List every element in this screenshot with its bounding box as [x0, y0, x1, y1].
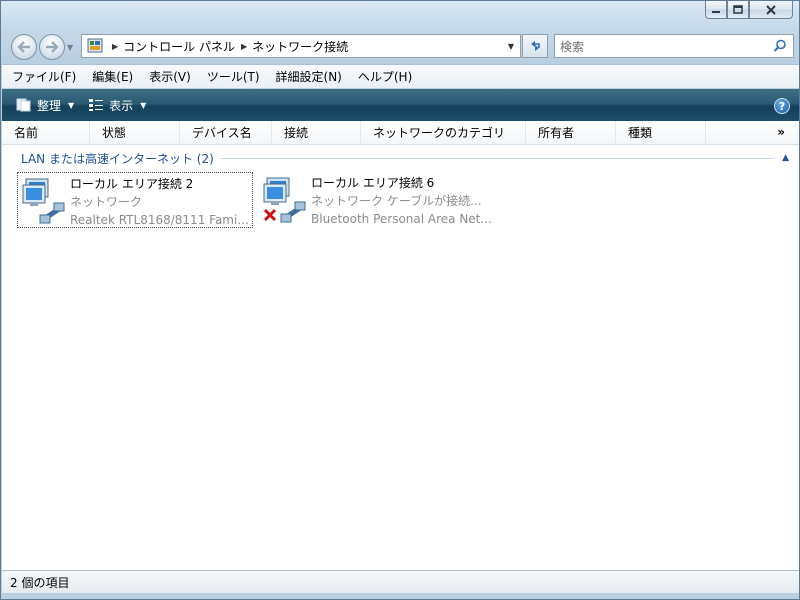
help-icon[interactable]: ? [774, 98, 790, 114]
collapse-chevron-icon[interactable]: ▲ [782, 153, 789, 163]
connection-status: ネットワーク ケーブルが接続... [311, 194, 482, 208]
refresh-button[interactable] [522, 34, 548, 58]
search-placeholder: 検索 [560, 39, 585, 54]
menu-advanced[interactable]: 詳細設定(N) [276, 68, 342, 85]
address-dropdown-icon[interactable]: ▼ [508, 42, 514, 51]
column-header-name[interactable]: 名前 [2, 120, 90, 145]
close-button[interactable] [749, 1, 793, 19]
connection-item[interactable]: ローカル エリア接続 6 ネットワーク ケーブルが接続... Bluetooth… [259, 172, 495, 228]
recent-pages-dropdown[interactable]: ▼ [67, 43, 73, 52]
control-panel-icon [87, 38, 103, 53]
breadcrumb-separator-icon[interactable]: ▶ [241, 42, 247, 51]
connection-device: Bluetooth Personal Area Net... [311, 212, 492, 226]
column-header-status[interactable]: 状態 [90, 120, 180, 145]
refresh-icon [531, 41, 540, 51]
breadcrumb-separator-icon[interactable]: ▶ [112, 42, 118, 51]
explorer-window: ▼ ▶ コントロール パネル ▶ ネットワーク接続 ▼ 検索 ファイル(F) 編… [0, 0, 800, 600]
menu-view[interactable]: 表示(V) [149, 68, 191, 85]
connection-status: ネットワーク [70, 195, 143, 209]
breadcrumb-control-panel[interactable]: コントロール パネル [123, 38, 235, 55]
group-header-lan[interactable]: LAN または高速インターネット (2) ▲ [21, 149, 789, 167]
menu-help[interactable]: ヘルプ(H) [358, 68, 412, 85]
column-header-network-category[interactable]: ネットワークのカテゴリ [361, 120, 526, 145]
maximize-button[interactable] [727, 1, 749, 19]
back-arrow-icon [17, 41, 30, 53]
search-icon[interactable] [773, 39, 787, 53]
view-button[interactable]: 表示 ▼ [88, 97, 146, 114]
menu-tools[interactable]: ツール(T) [207, 68, 260, 85]
network-adapter-icon [20, 173, 70, 227]
more-columns-icon[interactable]: » [777, 125, 785, 139]
status-bar: 2 個の項目 [2, 570, 799, 593]
column-headers: 名前 状態 デバイス名 接続 ネットワークのカテゴリ 所有者 種類 » [2, 120, 799, 145]
item-count: 2 個の項目 [10, 575, 70, 590]
group-divider [219, 157, 775, 159]
address-bar[interactable]: ▶ コントロール パネル ▶ ネットワーク接続 ▼ [81, 34, 521, 58]
connection-name: ローカル エリア接続 2 [70, 177, 194, 191]
organize-button[interactable]: 整理 ▼ [16, 97, 74, 114]
network-adapter-disconnected-icon [261, 172, 311, 226]
menu-bar: ファイル(F) 編集(E) 表示(V) ツール(T) 詳細設定(N) ヘルプ(H… [2, 64, 799, 88]
menu-file[interactable]: ファイル(F) [12, 68, 76, 85]
search-box[interactable]: 検索 [554, 34, 794, 58]
view-dropdown-icon: ▼ [140, 100, 147, 110]
caption-buttons [705, 1, 793, 21]
forward-button[interactable] [39, 34, 65, 60]
close-icon [766, 4, 776, 15]
file-list-pane[interactable]: 名前 状態 デバイス名 接続 ネットワークのカテゴリ 所有者 種類 » LAN … [2, 120, 799, 570]
breadcrumb-network-connections[interactable]: ネットワーク接続 [252, 38, 348, 55]
maximize-icon [733, 5, 743, 14]
column-header-connectivity[interactable]: 接続 [272, 120, 361, 145]
column-header-owner[interactable]: 所有者 [526, 120, 616, 145]
column-header-device-name[interactable]: デバイス名 [180, 120, 272, 145]
connection-name: ローカル エリア接続 6 [311, 176, 435, 190]
forward-arrow-icon [46, 41, 59, 53]
connection-device: Realtek RTL8168/8111 Fami... [70, 213, 249, 227]
view-label: 表示 [109, 98, 134, 113]
column-header-type[interactable]: 種類 [616, 120, 706, 145]
menu-edit[interactable]: 編集(E) [92, 68, 133, 85]
views-icon [89, 99, 104, 111]
command-bar: 整理 ▼ 表示 ▼ ? [2, 89, 799, 121]
group-title: LAN または高速インターネット (2) [21, 151, 214, 166]
minimize-button[interactable] [705, 1, 727, 19]
minimize-icon [712, 10, 720, 13]
organize-icon [16, 98, 31, 112]
organize-label: 整理 [37, 98, 62, 113]
connection-item[interactable]: ローカル エリア接続 2 ネットワーク Realtek RTL8168/8111… [17, 172, 253, 228]
back-button[interactable] [11, 34, 37, 60]
organize-dropdown-icon: ▼ [68, 100, 75, 110]
